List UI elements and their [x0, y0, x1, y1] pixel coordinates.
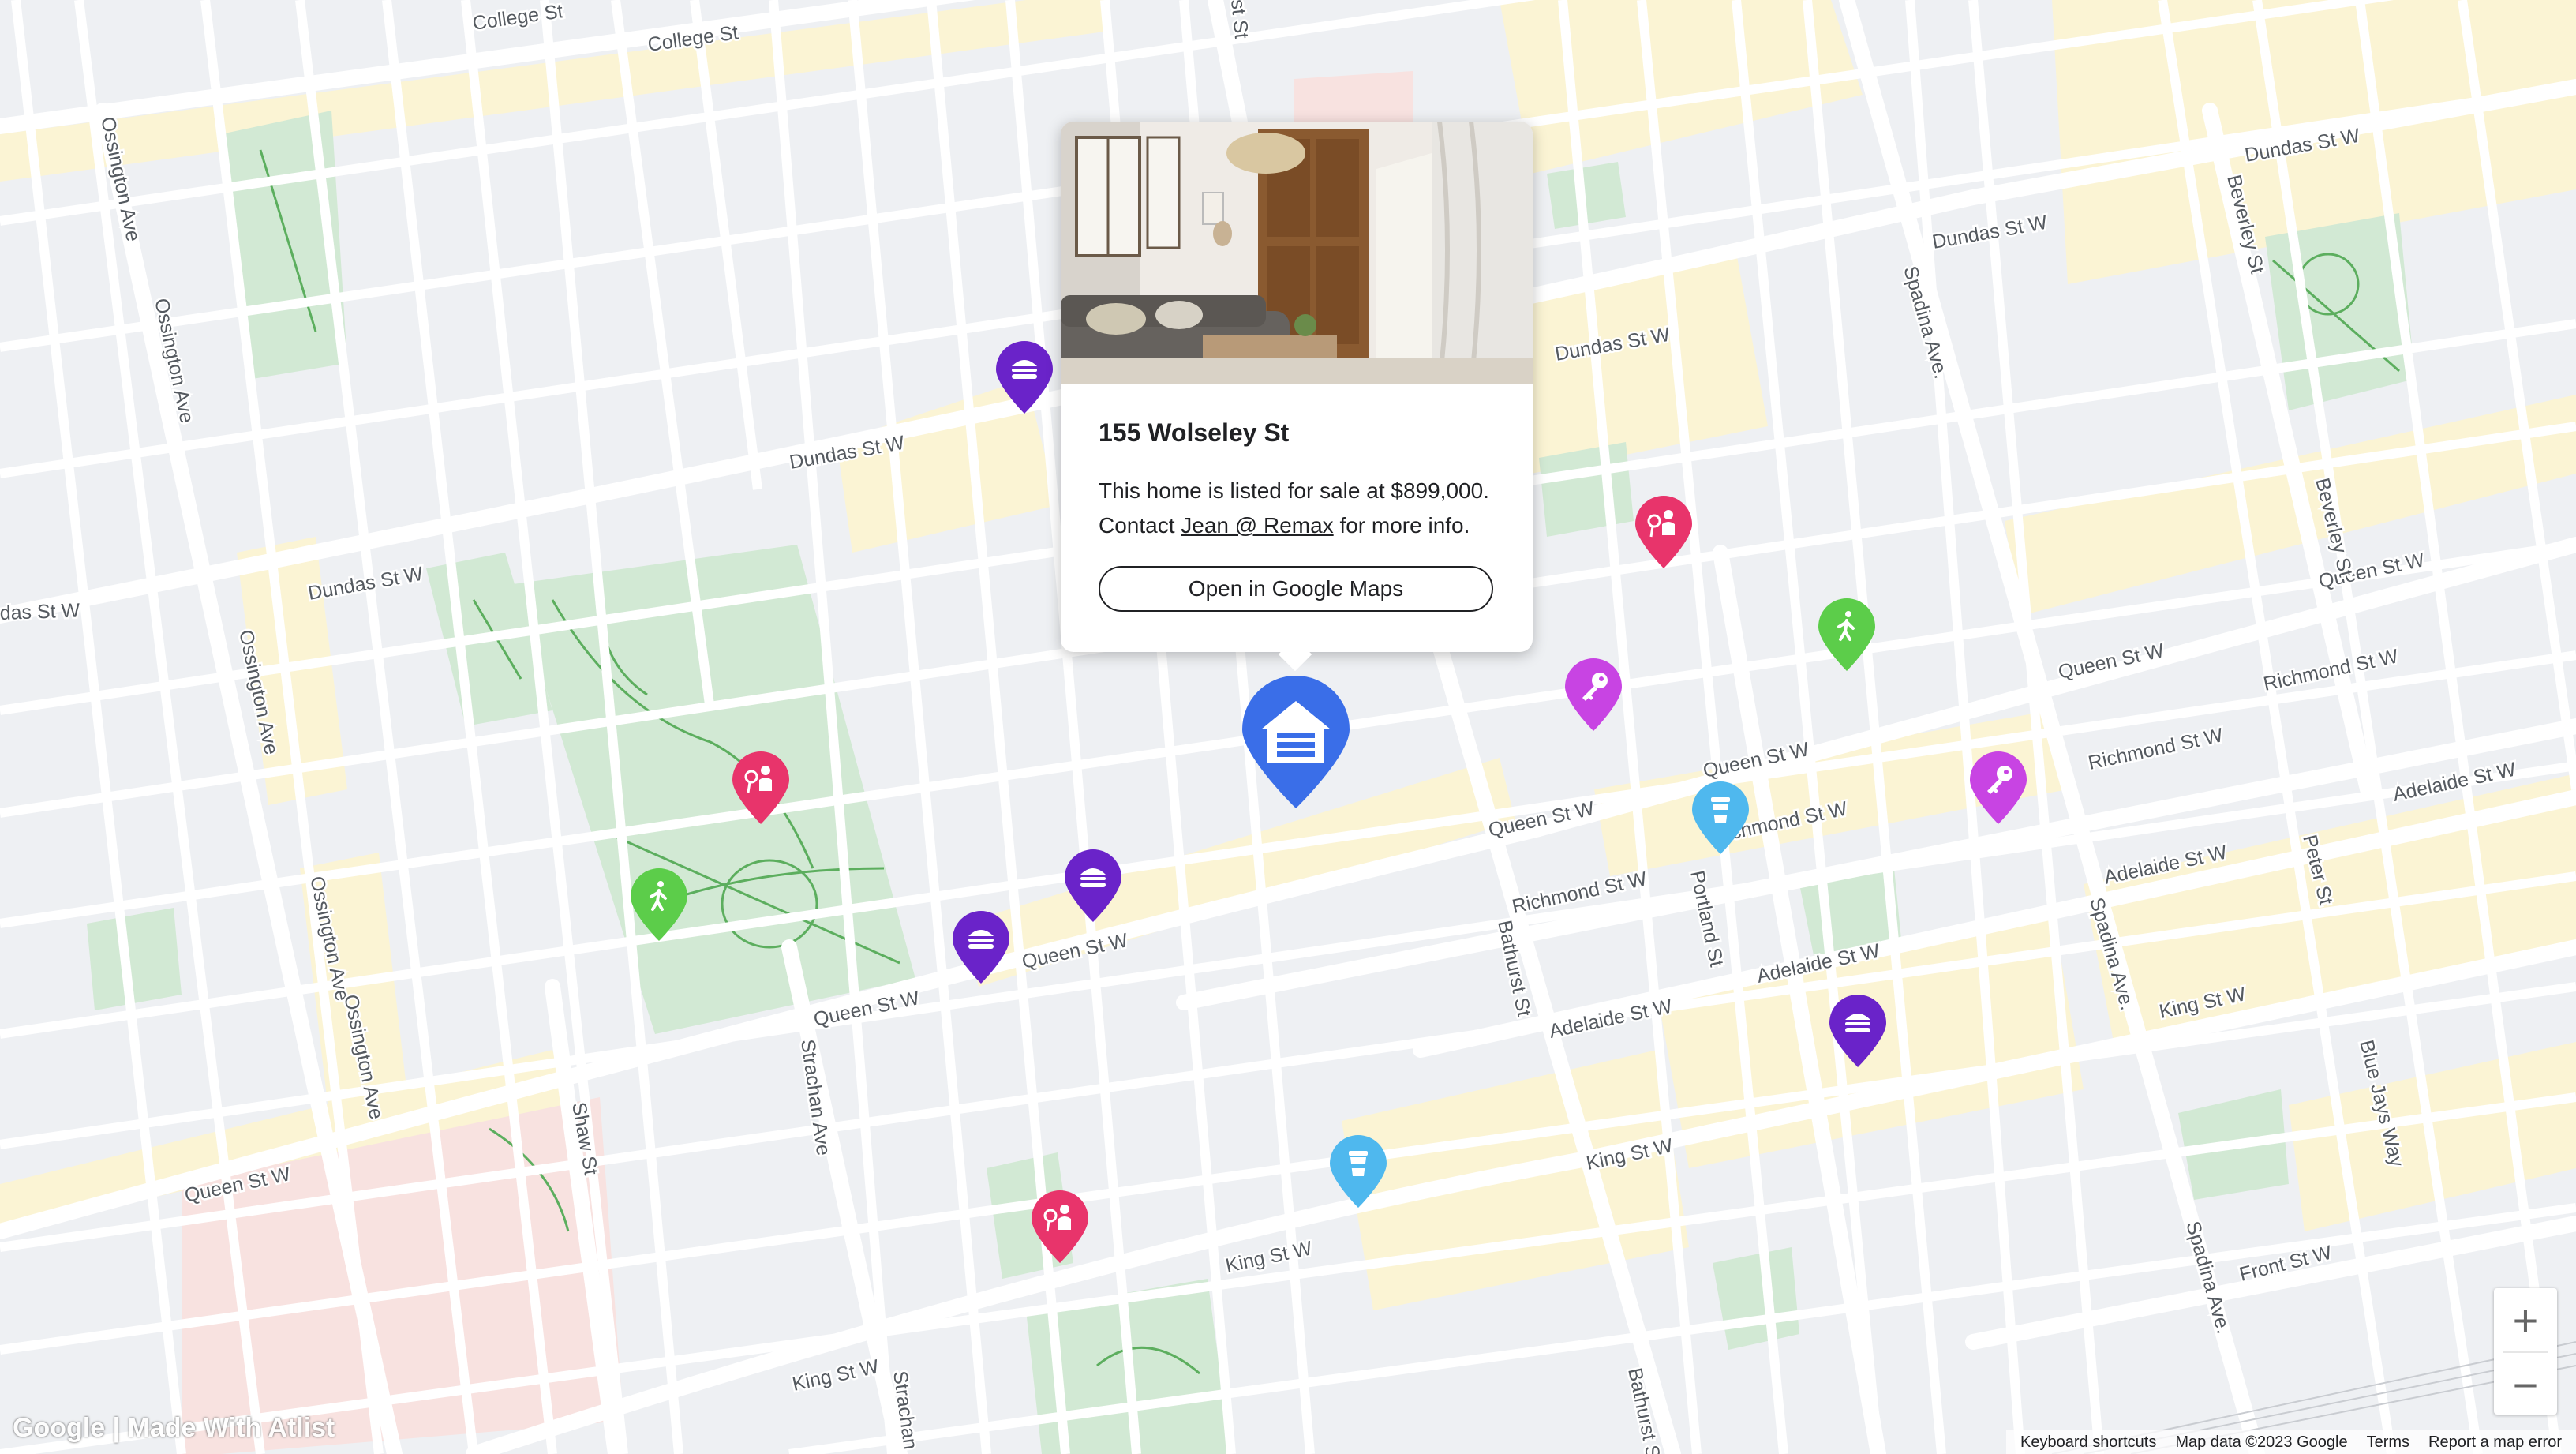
- school-marker[interactable]: [729, 750, 792, 826]
- coffee-marker[interactable]: [1327, 1134, 1390, 1209]
- key-marker[interactable]: [1562, 657, 1625, 733]
- home-listing-marker[interactable]: [1239, 674, 1353, 810]
- food-marker[interactable]: [993, 339, 1056, 415]
- walking-marker[interactable]: [627, 867, 691, 942]
- contact-link[interactable]: Jean @ Remax: [1181, 513, 1333, 538]
- report-error-link[interactable]: Report a map error: [2428, 1433, 2562, 1452]
- listing-info-window: 155 Wolseley St This home is listed for …: [1061, 122, 1533, 672]
- key-marker[interactable]: [1967, 750, 2030, 826]
- map-data-text: Map data ©2023 Google: [2175, 1433, 2348, 1451]
- listing-description: This home is listed for sale at $899,000…: [1099, 474, 1509, 543]
- street-label: das St W: [0, 599, 80, 624]
- food-marker[interactable]: [1061, 848, 1125, 924]
- school-marker[interactable]: [1632, 494, 1695, 570]
- listing-photo: [1061, 122, 1533, 384]
- map-footer: Keyboard shortcuts Map data ©2023 Google…: [2006, 1430, 2576, 1454]
- listing-title: 155 Wolseley St: [1099, 418, 1290, 447]
- zoom-out-button[interactable]: −: [2494, 1353, 2557, 1416]
- street-label: st St: [1226, 0, 1252, 39]
- map-attribution-logo: Google | Made With Atlist: [13, 1413, 335, 1443]
- open-in-google-maps-button[interactable]: Open in Google Maps: [1099, 566, 1493, 612]
- description-text-end: for more info.: [1333, 513, 1470, 538]
- zoom-control: + −: [2494, 1288, 2557, 1415]
- food-marker[interactable]: [1826, 993, 1889, 1069]
- coffee-marker[interactable]: [1689, 780, 1752, 856]
- keyboard-shortcuts-link[interactable]: Keyboard shortcuts: [2020, 1433, 2156, 1452]
- walking-marker[interactable]: [1815, 597, 1878, 673]
- school-marker[interactable]: [1028, 1189, 1091, 1265]
- terms-link[interactable]: Terms: [2367, 1433, 2409, 1452]
- zoom-in-button[interactable]: +: [2494, 1288, 2557, 1351]
- food-marker[interactable]: [949, 909, 1013, 985]
